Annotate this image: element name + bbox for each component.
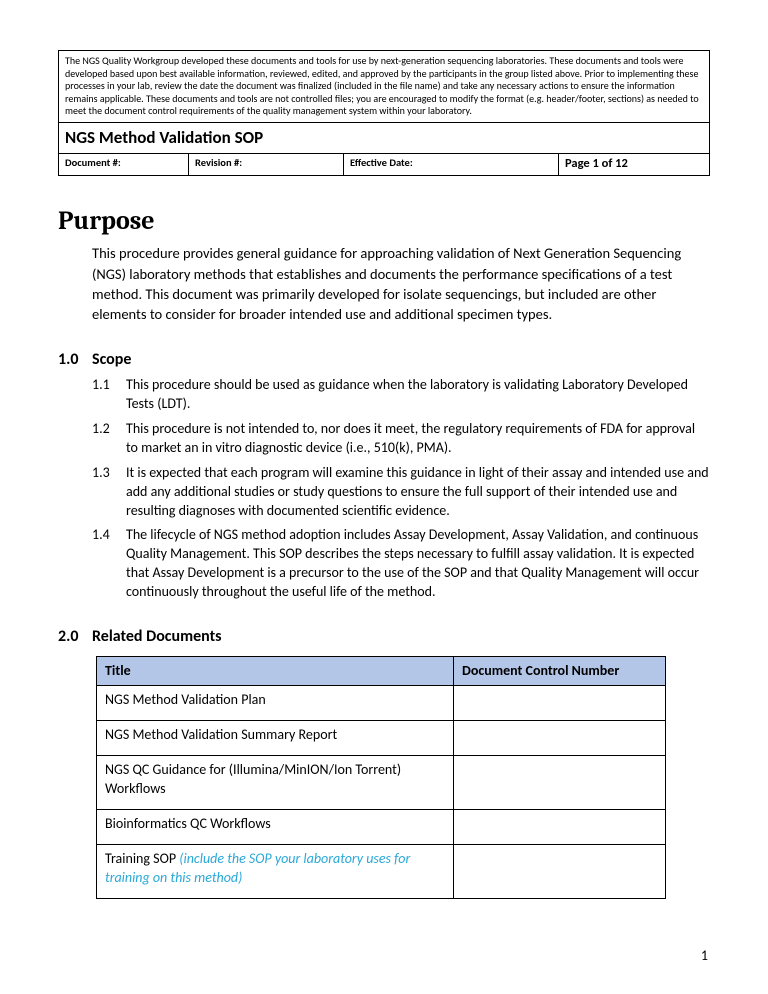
table-row: NGS Method Validation Summary Report [97,721,666,756]
disclaimer-text: The NGS Quality Workgroup developed thes… [59,51,709,123]
purpose-body: This procedure provides general guidance… [92,243,710,324]
scope-title: Scope [92,350,131,369]
scope-heading: 1.0Scope [58,349,710,371]
item-number: 1.1 [92,376,126,414]
related-documents-heading: 2.0Related Documents [58,626,710,648]
table-row: NGS QC Guidance for (Illumina/MinION/Ion… [97,756,666,810]
item-text: This procedure is not intended to, nor d… [126,420,710,458]
item-text: This procedure should be used as guidanc… [126,376,710,414]
scope-list: 1.1 This procedure should be used as gui… [92,376,710,602]
document-title: NGS Method Validation SOP [59,123,709,155]
purpose-heading: Purpose [58,204,710,239]
cell-dcn [454,756,666,810]
cell-title-main: Training SOP [105,850,179,867]
cell-title: NGS Method Validation Summary Report [97,721,454,756]
related-number: 2.0 [58,626,92,648]
related-title: Related Documents [92,627,222,646]
table-header-dcn: Document Control Number [454,656,666,686]
cell-dcn [454,721,666,756]
cell-dcn [454,844,666,898]
item-text: It is expected that each program will ex… [126,464,710,521]
cell-title: NGS Method Validation Plan [97,686,454,721]
cell-dcn [454,810,666,845]
header-box: The NGS Quality Workgroup developed thes… [58,50,710,176]
page-number: 1 [701,947,708,966]
document-number-label: Document #: [59,154,189,175]
item-number: 1.3 [92,464,126,521]
meta-row: Document #: Revision #: Effective Date: … [59,154,709,175]
list-item: 1.2 This procedure is not intended to, n… [92,420,710,458]
table-header-title: Title [97,656,454,686]
table-row: NGS Method Validation Plan [97,686,666,721]
item-number: 1.2 [92,420,126,458]
table-row: Bioinformatics QC Workflows [97,810,666,845]
list-item: 1.4 The lifecycle of NGS method adoption… [92,526,710,602]
cell-dcn [454,686,666,721]
page-label: Page 1 of 12 [559,154,709,175]
effective-date-label: Effective Date: [344,154,559,175]
list-item: 1.3 It is expected that each program wil… [92,464,710,521]
item-text: The lifecycle of NGS method adoption inc… [126,526,710,602]
item-number: 1.4 [92,526,126,602]
cell-title: Training SOP (include the SOP your labor… [97,844,454,898]
list-item: 1.1 This procedure should be used as gui… [92,376,710,414]
cell-title: Bioinformatics QC Workflows [97,810,454,845]
table-row: Training SOP (include the SOP your labor… [97,844,666,898]
cell-title: NGS QC Guidance for (Illumina/MinION/Ion… [97,756,454,810]
scope-number: 1.0 [58,349,92,371]
related-documents-table: Title Document Control Number NGS Method… [96,656,666,899]
revision-number-label: Revision #: [189,154,344,175]
